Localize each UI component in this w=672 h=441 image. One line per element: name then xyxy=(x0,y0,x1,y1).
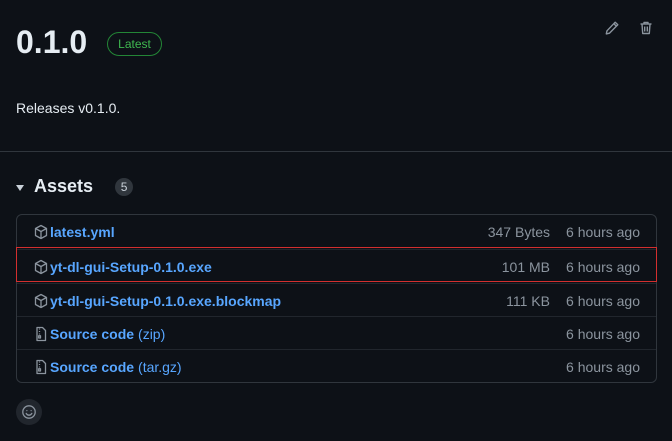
asset-time: 6 hours ago xyxy=(566,325,640,342)
asset-link[interactable]: yt-dl-gui-Setup-0.1.0.exe xyxy=(50,259,212,275)
asset-link[interactable]: latest.yml xyxy=(50,224,115,240)
section-divider xyxy=(0,151,672,152)
latest-badge: Latest xyxy=(107,32,162,56)
assets-title: Assets xyxy=(34,176,94,196)
asset-suffix[interactable]: (zip) xyxy=(138,326,165,342)
pencil-icon[interactable] xyxy=(604,20,620,36)
smiley-icon xyxy=(21,404,37,420)
asset-list: latest.yml 347 Bytes 6 hours ago yt-dl-g… xyxy=(16,214,657,383)
release-card: 0.1.0 Latest Releases v0.1.0. Assets 5 l… xyxy=(0,0,672,441)
add-reaction-button[interactable] xyxy=(16,399,42,425)
release-header: 0.1.0 Latest xyxy=(16,22,162,62)
release-notes: Releases v0.1.0. xyxy=(16,100,121,116)
asset-time: 6 hours ago xyxy=(566,358,640,375)
source-code-link[interactable]: Source code xyxy=(50,326,134,342)
asset-size: 347 Bytes xyxy=(487,224,550,240)
file-zip-icon xyxy=(33,359,49,375)
asset-row: Source code (tar.gz) 6 hours ago xyxy=(17,349,656,382)
package-icon xyxy=(33,259,49,275)
asset-size: 101 MB xyxy=(501,258,550,275)
assets-toggle[interactable]: Assets 5 xyxy=(16,176,134,197)
asset-size: 111 KB xyxy=(506,292,550,309)
release-actions xyxy=(604,20,654,36)
asset-row: latest.yml 347 Bytes 6 hours ago xyxy=(17,215,656,249)
trash-icon[interactable] xyxy=(638,20,654,36)
caret-down-icon xyxy=(16,184,24,191)
source-code-link[interactable]: Source code xyxy=(50,359,134,375)
asset-link[interactable]: yt-dl-gui-Setup-0.1.0.exe.blockmap xyxy=(50,293,281,309)
assets-count-badge: 5 xyxy=(115,177,134,196)
asset-suffix[interactable]: (tar.gz) xyxy=(138,359,182,375)
asset-row: yt-dl-gui-Setup-0.1.0.exe 101 MB 6 hours… xyxy=(17,249,656,283)
release-title[interactable]: 0.1.0 xyxy=(16,22,87,62)
file-zip-icon xyxy=(33,326,49,342)
package-icon xyxy=(33,293,49,309)
asset-row: yt-dl-gui-Setup-0.1.0.exe.blockmap 111 K… xyxy=(17,283,656,317)
asset-time: 6 hours ago xyxy=(566,258,640,275)
asset-time: 6 hours ago xyxy=(566,224,640,240)
package-icon xyxy=(33,224,49,240)
asset-time: 6 hours ago xyxy=(566,292,640,309)
asset-row: Source code (zip) 6 hours ago xyxy=(17,316,656,350)
